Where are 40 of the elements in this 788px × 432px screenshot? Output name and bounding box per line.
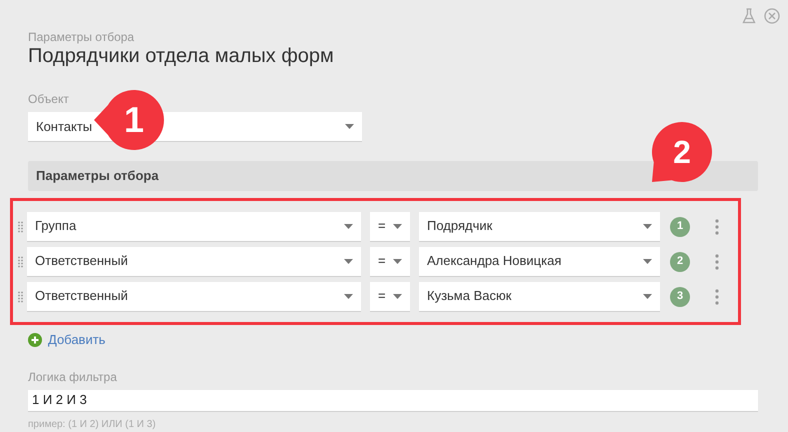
caret-icon	[643, 224, 652, 228]
caret-icon	[344, 224, 353, 228]
field-select[interactable]: Группа	[27, 212, 361, 242]
drag-handle-icon[interactable]	[18, 256, 24, 268]
drag-handle-icon[interactable]	[18, 290, 24, 302]
object-label: Объект	[28, 91, 70, 108]
filter-logic-label: Логика фильтра	[28, 368, 118, 386]
callout-tooltip: 2	[650, 120, 714, 184]
more-icon[interactable]	[715, 254, 719, 270]
condition-number-badge: 1	[670, 216, 690, 236]
condition-number-badge: 2	[670, 252, 690, 272]
caret-icon	[393, 258, 402, 264]
caret-icon	[643, 294, 652, 298]
caret-icon	[344, 294, 353, 298]
flask-icon[interactable]	[742, 8, 756, 24]
operator-select[interactable]: =	[370, 246, 410, 276]
value-select[interactable]: Александра Новицкая	[419, 246, 660, 276]
add-condition-link[interactable]: Добавить	[28, 330, 788, 350]
caret-icon	[345, 124, 354, 129]
callout-tooltip: 1	[92, 88, 166, 152]
operator-select[interactable]: =	[370, 282, 410, 312]
field-select[interactable]: Ответственный	[27, 282, 361, 312]
dialog-subtitle: Параметры отбора	[28, 30, 136, 44]
plus-icon	[28, 332, 42, 347]
more-icon[interactable]	[715, 288, 719, 304]
operator-select[interactable]: =	[370, 212, 410, 242]
field-select[interactable]: Ответственный	[27, 246, 361, 276]
filter-logic-field[interactable]: 1 И 2 И 3	[28, 390, 758, 412]
more-icon[interactable]	[715, 218, 719, 234]
dialog-title: Подрядчики отдела малых форм	[28, 44, 335, 68]
caret-icon	[393, 224, 402, 228]
value-select[interactable]: Подрядчик	[419, 212, 660, 242]
value-select[interactable]: Кузьма Васюк	[419, 282, 660, 312]
caret-icon	[643, 258, 652, 264]
caret-icon	[344, 258, 353, 264]
drag-handle-icon[interactable]	[18, 220, 24, 232]
filter-logic-hint: пример: (1 И 2) ИЛИ (1 И 3)	[28, 418, 157, 432]
close-icon[interactable]	[764, 8, 780, 24]
caret-icon	[393, 294, 402, 298]
condition-number-badge: 3	[670, 286, 690, 306]
